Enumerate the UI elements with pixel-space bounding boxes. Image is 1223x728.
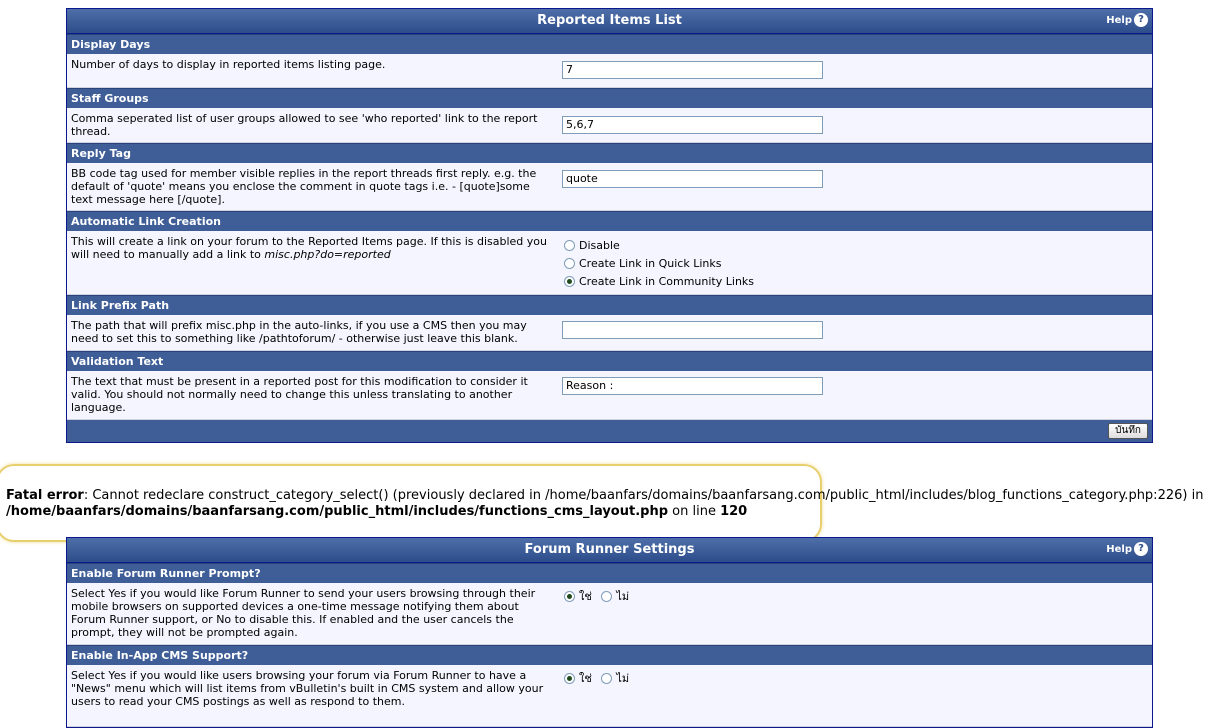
staff-groups-input[interactable]: 5,6,7 xyxy=(562,116,823,134)
panel-title: Reported Items List xyxy=(537,13,682,28)
option-disable[interactable]: Disable xyxy=(564,239,620,253)
link-prefix-input[interactable] xyxy=(562,321,823,339)
radio-button-selected[interactable] xyxy=(564,591,575,602)
save-button[interactable]: บันทึก xyxy=(1108,423,1148,439)
option-no[interactable]: ไม่ xyxy=(601,590,629,603)
radio-button[interactable] xyxy=(564,258,575,269)
section-title-reply-tag: Reply Tag xyxy=(67,143,1152,163)
section-title-in-app-cms: Enable In-App CMS Support? xyxy=(67,645,1152,665)
option-no[interactable]: ไม่ xyxy=(601,672,629,685)
setting-description: This will create a link on your forum to… xyxy=(71,235,547,261)
reply-tag-input[interactable]: quote xyxy=(562,170,823,188)
radio-button[interactable] xyxy=(601,673,613,684)
setting-row-forum-runner-prompt: Select Yes if you would like Forum Runne… xyxy=(67,583,1152,645)
setting-row-staff-groups: Comma seperated list of user groups allo… xyxy=(67,108,1152,143)
section-title-validation: Validation Text xyxy=(67,351,1152,371)
error-line: 120 xyxy=(720,504,748,519)
forum-runner-panel: Forum Runner Settings Help? Enable Forum… xyxy=(66,537,1153,728)
setting-description: The text that must be present in a repor… xyxy=(71,375,528,414)
section-title-display-days: Display Days xyxy=(67,34,1152,54)
setting-description: Comma seperated list of user groups allo… xyxy=(71,112,538,138)
fatal-error-message: Fatal error: Cannot redeclare construct_… xyxy=(6,488,1204,519)
panel-header: Forum Runner Settings Help? xyxy=(67,538,1152,563)
yes-no-options: ใช่ ไม่ xyxy=(564,672,629,686)
radio-button-selected[interactable] xyxy=(564,276,575,287)
radio-button[interactable] xyxy=(564,240,575,251)
setting-row-link-prefix: The path that will prefix misc.php in th… xyxy=(67,315,1152,351)
yes-no-options: ใช่ ไม่ xyxy=(564,590,629,604)
section-title-staff-groups: Staff Groups xyxy=(67,88,1152,108)
option-yes[interactable]: ใช่ xyxy=(564,590,592,603)
error-text: : Cannot redeclare construct_category_se… xyxy=(83,488,1204,503)
display-days-input[interactable]: 7 xyxy=(562,61,823,79)
error-path: /home/baanfars/domains/baanfarsang.com/p… xyxy=(6,504,669,519)
radio-button-selected[interactable] xyxy=(564,673,575,684)
misc-link-text: misc.php?do=reported xyxy=(264,248,391,261)
section-title-link-prefix: Link Prefix Path xyxy=(67,295,1152,315)
setting-description: The path that will prefix misc.php in th… xyxy=(71,319,527,345)
setting-description: Select Yes if you would like Forum Runne… xyxy=(71,587,536,639)
help-link[interactable]: Help? xyxy=(1106,12,1148,30)
help-icon: ? xyxy=(1134,542,1148,556)
error-label: Fatal error xyxy=(6,488,84,503)
section-title-auto-link: Automatic Link Creation xyxy=(67,211,1152,231)
setting-description: Number of days to display in reported it… xyxy=(71,58,386,71)
reported-items-panel: Reported Items List Help? Display Days N… xyxy=(66,8,1153,443)
section-title-forum-runner-prompt: Enable Forum Runner Prompt? xyxy=(67,563,1152,583)
setting-description: Select Yes if you would like users brows… xyxy=(71,669,544,708)
setting-row-in-app-cms: Select Yes if you would like users brows… xyxy=(67,665,1152,727)
panel-footer: บันทึก xyxy=(67,420,1152,442)
option-quick-links[interactable]: Create Link in Quick Links xyxy=(564,257,721,271)
setting-row-display-days: Number of days to display in reported it… xyxy=(67,54,1152,88)
validation-text-input[interactable]: Reason : xyxy=(562,377,823,395)
help-icon: ? xyxy=(1134,13,1148,27)
panel-header: Reported Items List Help? xyxy=(67,9,1152,34)
setting-row-reply-tag: BB code tag used for member visible repl… xyxy=(67,163,1152,211)
help-link[interactable]: Help? xyxy=(1106,541,1148,559)
radio-button[interactable] xyxy=(601,591,613,602)
panel-title: Forum Runner Settings xyxy=(524,542,695,557)
option-yes[interactable]: ใช่ xyxy=(564,672,592,685)
setting-row-auto-link: This will create a link on your forum to… xyxy=(67,231,1152,295)
setting-row-validation: The text that must be present in a repor… xyxy=(67,371,1152,420)
setting-description: BB code tag used for member visible repl… xyxy=(71,167,537,206)
option-community-links[interactable]: Create Link in Community Links xyxy=(564,275,754,289)
